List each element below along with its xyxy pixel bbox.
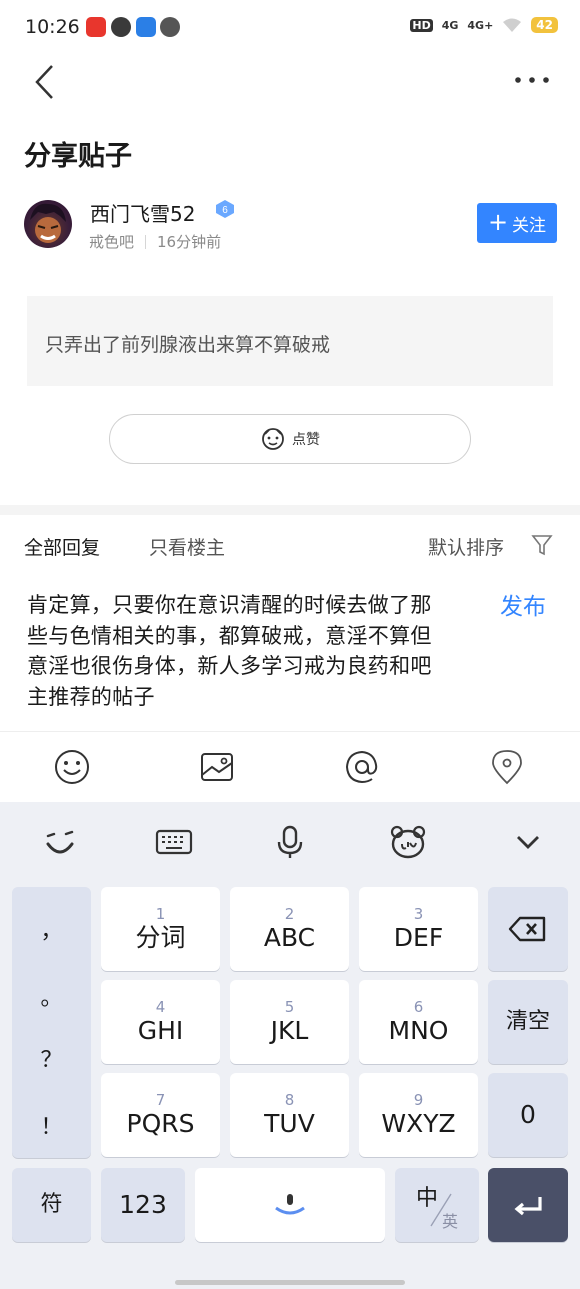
follow-label: 关注 [512, 215, 547, 236]
avatar[interactable] [24, 200, 72, 248]
alipay-app-icon [136, 17, 156, 37]
key-1-label: 分词 [135, 923, 186, 952]
key-4[interactable]: 4 GHI [101, 980, 220, 1064]
pinwheel-app-icon [160, 17, 180, 37]
level-badge-icon: 6 [216, 200, 234, 218]
follow-button[interactable]: + 关注 [477, 203, 557, 243]
filter-icon[interactable] [531, 533, 553, 557]
status-bar: 10:26 HD 4G 4G+ 42 [0, 0, 580, 58]
voice-input-icon[interactable] [270, 822, 310, 862]
key-7-label: PQRS [126, 1109, 195, 1138]
key-5[interactable]: 5 JKL [230, 980, 349, 1064]
key-6-num: 6 [413, 998, 424, 1016]
key-5-label: JKL [270, 1016, 309, 1045]
key-3-label: DEF [393, 923, 444, 952]
forum-name[interactable]: 戒色吧 [89, 231, 134, 252]
key-0-label: 0 [520, 1100, 536, 1129]
key-8-label: TUV [264, 1109, 315, 1138]
image-icon[interactable] [199, 749, 235, 785]
key-6-label: MNO [388, 1016, 449, 1045]
key-3-num: 3 [413, 905, 424, 923]
level-badge-text: 6 [222, 205, 228, 216]
tab-all-replies[interactable]: 全部回复 [24, 533, 100, 560]
clear-key-label: 清空 [505, 1009, 550, 1034]
music-app-icon [86, 17, 106, 37]
reply-input[interactable]: 肯定算，只要你在意识清醒的时候去做了那些与色情相关的事，都算破戒，意淫不算但意淫… [27, 590, 447, 712]
game-app-icon [111, 17, 131, 37]
shared-post-text: 只弄出了前列腺液出来算不算破戒 [45, 334, 331, 356]
key-9-num: 9 [413, 1091, 424, 1109]
space-mic-icon [275, 1194, 305, 1215]
emoji-icon[interactable] [54, 749, 90, 785]
enter-icon [514, 1197, 542, 1216]
key-2-num: 2 [284, 905, 295, 923]
post-time: 16分钟前 [157, 233, 222, 251]
like-button[interactable]: 点赞 [109, 414, 471, 464]
back-arrow-icon[interactable] [30, 62, 60, 102]
home-indicator[interactable] [175, 1280, 405, 1285]
language-secondary: 英 [442, 1212, 459, 1231]
keyboard-smile-icon[interactable] [40, 822, 80, 862]
key-7-num: 7 [155, 1091, 166, 1109]
meta-divider [145, 234, 147, 249]
key-1-num: 1 [155, 905, 166, 923]
collapse-keyboard-icon[interactable] [508, 822, 548, 862]
section-divider [0, 505, 580, 515]
punct-question-key[interactable]: ？ [12, 1042, 91, 1074]
status-time: 10:26 [25, 16, 80, 38]
tab-owner-only[interactable]: 只看楼主 [149, 533, 225, 560]
key-0[interactable]: 0 [488, 1073, 568, 1157]
wifi-icon [503, 18, 522, 32]
number-mode-label: 123 [119, 1190, 167, 1219]
key-3[interactable]: 3 DEF [359, 887, 478, 971]
page-title: 分享贴子 [24, 141, 132, 172]
keyboard-layout-icon[interactable] [154, 822, 194, 862]
hd-icon: HD [410, 18, 433, 32]
punct-period-key[interactable]: 。 [12, 980, 91, 1012]
key-5-num: 5 [284, 998, 295, 1016]
more-options-icon[interactable] [512, 70, 552, 90]
plus-icon: + [487, 207, 509, 236]
key-1[interactable]: 1 分词 [101, 887, 220, 971]
status-indicators: HD 4G 4G+ 42 [410, 17, 558, 33]
punct-comma-key[interactable]: ， [12, 913, 91, 945]
language-primary: 中 [416, 1186, 439, 1211]
battery-icon: 42 [531, 17, 558, 33]
mention-icon[interactable] [344, 749, 380, 785]
key-2-label: ABC [263, 923, 316, 952]
key-4-num: 4 [155, 998, 166, 1016]
key-6[interactable]: 6 MNO [359, 980, 478, 1064]
symbol-key[interactable]: 符 [12, 1168, 91, 1242]
signal-4g-icon: 4G [441, 18, 459, 32]
shared-post-card[interactable]: 只弄出了前列腺液出来算不算破戒 [27, 296, 553, 386]
du-bear-icon[interactable] [388, 822, 428, 862]
number-mode-key[interactable]: 123 [101, 1168, 185, 1242]
like-icon [262, 428, 284, 450]
location-icon[interactable] [489, 749, 525, 785]
sort-selector[interactable]: 默认排序 [428, 533, 504, 560]
key-7[interactable]: 7 PQRS [101, 1073, 220, 1157]
space-key[interactable] [195, 1168, 385, 1242]
key-9-label: WXYZ [381, 1109, 456, 1138]
key-8-num: 8 [284, 1091, 295, 1109]
author-meta: 戒色吧 16分钟前 [89, 231, 221, 252]
publish-button[interactable]: 发布 [500, 587, 546, 621]
signal-4g-plus-icon: 4G+ [467, 18, 494, 32]
language-switch-key[interactable]: 中 英 [395, 1168, 479, 1242]
punct-exclaim-key[interactable]: ！ [12, 1109, 91, 1141]
key-2[interactable]: 2 ABC [230, 887, 349, 971]
punctuation-column: ， 。 ？ ！ [12, 887, 91, 1158]
like-label: 点赞 [292, 432, 320, 448]
key-8[interactable]: 8 TUV [230, 1073, 349, 1157]
clear-key[interactable]: 清空 [488, 980, 568, 1064]
key-4-label: GHI [137, 1016, 184, 1045]
composer-toolbar [0, 731, 580, 803]
enter-key[interactable] [488, 1168, 568, 1242]
author-name[interactable]: 西门飞雪52 [90, 198, 195, 227]
backspace-key[interactable] [488, 887, 568, 971]
key-9[interactable]: 9 WXYZ [359, 1073, 478, 1157]
symbol-key-label: 符 [40, 1192, 63, 1217]
backspace-icon [508, 916, 546, 942]
